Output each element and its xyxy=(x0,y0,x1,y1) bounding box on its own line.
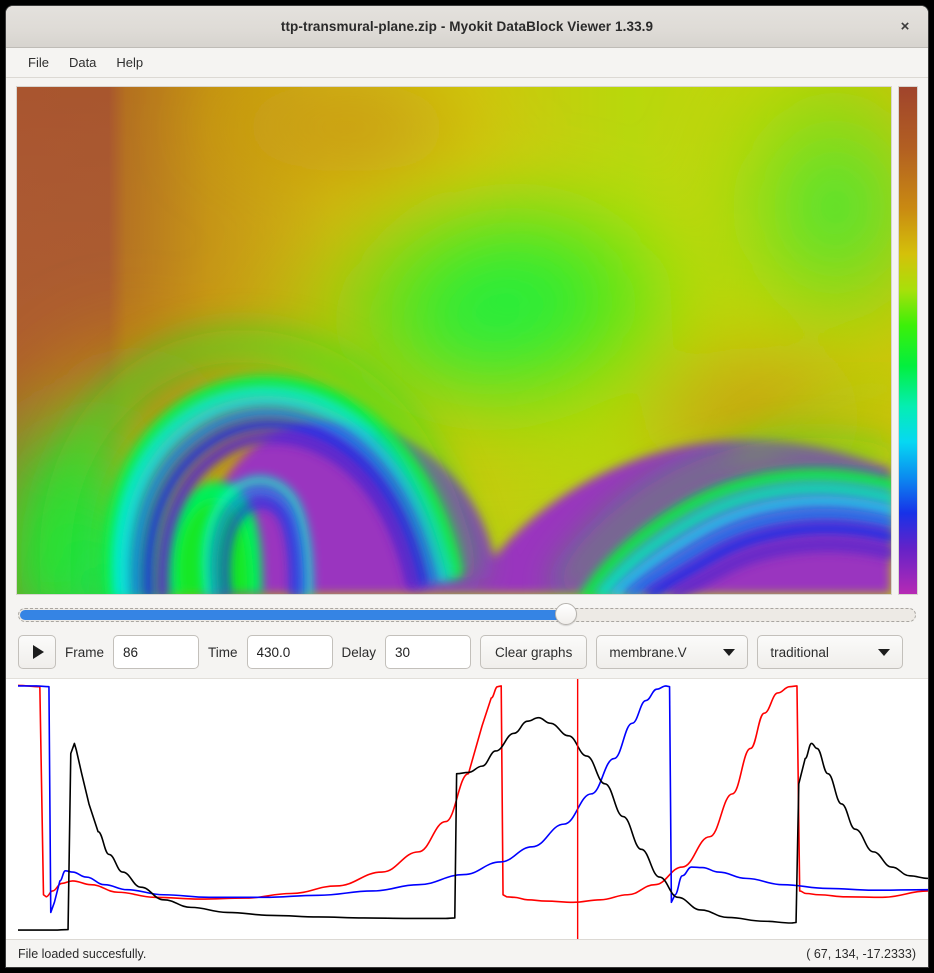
frame-slider[interactable] xyxy=(18,603,916,626)
playback-toolbar: Frame Time Delay Clear graphs membrane.V… xyxy=(18,634,916,670)
chevron-down-icon xyxy=(723,648,736,656)
delay-input[interactable] xyxy=(385,635,472,669)
heatmap-canvas xyxy=(17,87,891,594)
colorbar xyxy=(898,86,918,595)
colorbar-gradient xyxy=(899,87,917,594)
close-icon[interactable]: × xyxy=(892,14,918,40)
window-title: ttp-transmural-plane.zip - Myokit DataBl… xyxy=(280,19,654,34)
cursor-coordinates: ( 67, 134, -17.2333) xyxy=(806,946,916,961)
delay-label: Delay xyxy=(341,644,377,660)
menu-item-help[interactable]: Help xyxy=(106,52,153,73)
clear-graphs-button[interactable]: Clear graphs xyxy=(480,635,588,669)
status-bar: File loaded succesfully. ( 67, 134, -17.… xyxy=(6,939,928,967)
title-bar: ttp-transmural-plane.zip - Myokit DataBl… xyxy=(6,6,928,48)
variable-select-label: membrane.V xyxy=(609,644,687,660)
time-label: Time xyxy=(208,644,238,660)
menu-item-data[interactable]: Data xyxy=(59,52,106,73)
graph-svg xyxy=(6,679,928,939)
image-panel xyxy=(16,86,918,595)
colormap-select-label: traditional xyxy=(770,644,829,660)
menu-bar: File Data Help xyxy=(6,48,928,78)
slider-fill xyxy=(20,610,564,620)
menu-item-file[interactable]: File xyxy=(18,52,59,73)
frame-label: Frame xyxy=(65,644,105,660)
trace-red xyxy=(18,685,928,902)
variable-select[interactable]: membrane.V xyxy=(596,635,749,669)
play-icon xyxy=(33,645,44,659)
datablock-heatmap[interactable] xyxy=(16,86,892,595)
graph-panel[interactable] xyxy=(6,678,928,939)
colorbar-svg xyxy=(899,87,917,594)
chevron-down-icon xyxy=(878,648,891,656)
frame-input[interactable] xyxy=(113,635,200,669)
time-input[interactable] xyxy=(246,635,333,669)
trace-black xyxy=(18,718,928,930)
play-button[interactable] xyxy=(18,635,56,669)
app-root: ttp-transmural-plane.zip - Myokit DataBl… xyxy=(0,0,934,973)
application-window: ttp-transmural-plane.zip - Myokit DataBl… xyxy=(6,6,928,967)
colormap-select[interactable]: traditional xyxy=(757,635,904,669)
trace-blue xyxy=(18,686,928,913)
heatmap-svg xyxy=(17,87,891,594)
status-message: File loaded succesfully. xyxy=(18,946,147,961)
slider-handle[interactable] xyxy=(554,603,577,625)
